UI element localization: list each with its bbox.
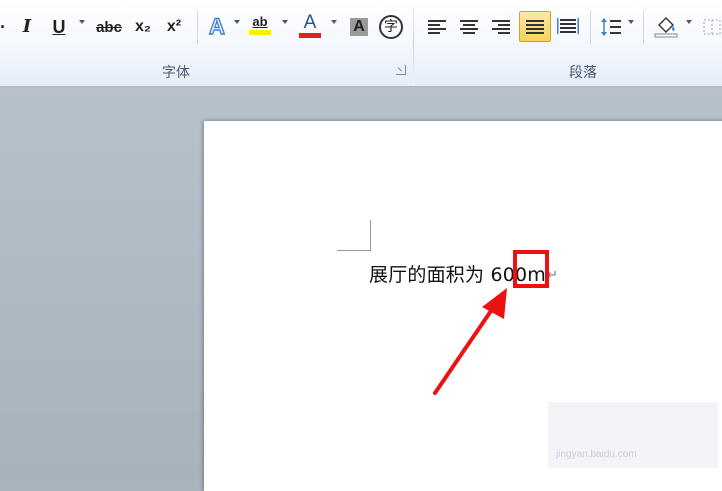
align-left-button[interactable] [424,12,450,42]
line-spacing-icon [601,18,621,36]
superscript-icon: x² [166,18,182,35]
character-shading-icon: A [350,18,368,36]
underline-dropdown-icon[interactable] [79,20,85,24]
toolbar-separator [590,10,591,44]
enclose-characters-button[interactable]: 字 [378,12,404,42]
justify-button[interactable] [519,11,551,42]
text-effects-dropdown-icon[interactable] [234,20,240,24]
highlight-color-bar [249,30,271,35]
underline-button[interactable]: U [48,12,70,42]
character-shading-button[interactable]: A [346,12,372,42]
highlight-dropdown-icon[interactable] [282,20,288,24]
annotation-arrow-icon [433,288,507,395]
font-color-dropdown-icon[interactable] [331,20,337,24]
strikethrough-button[interactable]: abc [94,12,124,42]
group-divider [413,4,414,84]
toolbar-separator [197,10,198,44]
text-effects-icon: A [208,14,225,39]
text-effects-button[interactable]: A [204,12,230,42]
font-dialog-launcher-icon[interactable] [396,65,406,75]
watermark: jingyan.baidu.com [548,402,718,468]
subscript-button[interactable]: x₂ [131,12,155,42]
align-right-button[interactable] [488,12,514,42]
borders-icon [703,19,721,35]
underline-icon: U [52,17,66,37]
font-group-label: 字体 [162,64,190,80]
strikethrough-icon: abc [96,18,122,36]
subscript-icon: x₂ [134,18,151,35]
ribbon: · I U abc x₂ x² A ab A A 字 字体 段落 [0,0,722,87]
superscript-button[interactable]: x² [162,12,186,42]
watermark-text: jingyan.baidu.com [556,449,637,460]
italic-icon: I [22,16,32,37]
align-right-icon [492,20,510,34]
italic-button[interactable]: I [16,12,38,42]
highlight-icon: ab [252,14,268,29]
align-left-icon [428,20,446,34]
margin-corner-mark [337,250,371,251]
font-color-icon: A [303,11,317,33]
line-spacing-button[interactable] [598,12,624,42]
partial-format-button[interactable]: · [0,12,10,42]
margin-corner-mark [370,220,371,251]
paragraph-group-label: 段落 [569,64,597,80]
shading-button[interactable] [652,12,680,42]
highlight-button[interactable]: ab [246,12,274,42]
font-color-bar [299,32,321,38]
align-center-icon [460,20,478,34]
font-color-button[interactable]: A [296,12,324,42]
paint-bucket-icon [654,17,678,38]
distributed-button[interactable] [555,12,581,42]
distributed-icon [557,18,579,34]
align-center-button[interactable] [456,12,482,42]
shading-dropdown-icon[interactable] [686,20,692,24]
justify-icon [526,19,544,34]
borders-button[interactable] [700,12,722,42]
toolbar-separator [643,10,644,44]
line-spacing-dropdown-icon[interactable] [628,20,634,24]
enclose-characters-icon: 字 [379,15,403,39]
